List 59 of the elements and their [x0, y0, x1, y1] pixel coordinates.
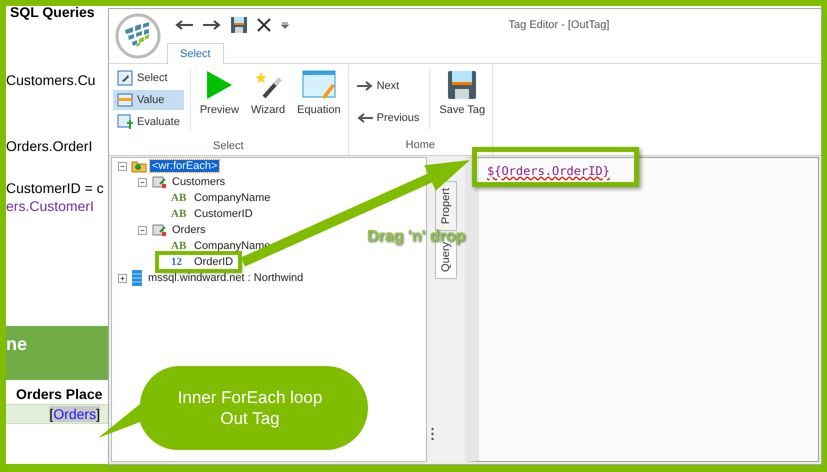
- expand-toggle-icon[interactable]: [118, 274, 127, 282]
- group-label: Select: [213, 139, 244, 154]
- table-value-icon: [117, 92, 133, 108]
- dropdown-caret-icon[interactable]: [281, 21, 289, 29]
- number-type-icon: 12: [171, 256, 189, 268]
- window-title: Tag Editor - [OutTag]: [508, 19, 610, 31]
- table-icon: [151, 175, 167, 189]
- ribbon-button[interactable]: Preview: [196, 68, 242, 138]
- table-header: ne: [6, 326, 108, 380]
- tree-item[interactable]: <wr:forEach>: [150, 160, 220, 172]
- collapse-toggle-icon[interactable]: [138, 226, 147, 234]
- document-line: Orders.OrderI: [6, 138, 92, 154]
- table-add-icon: [117, 114, 133, 130]
- editor-text: ${Orders.OrderID}: [487, 164, 610, 178]
- column-header: Orders Place: [15, 385, 102, 404]
- tree-item[interactable]: CompanyName: [192, 240, 272, 252]
- tree-item[interactable]: Customers: [170, 176, 228, 188]
- ribbon-button[interactable]: Next: [352, 76, 424, 96]
- tree-item[interactable]: CompanyName: [192, 192, 272, 204]
- tree-item[interactable]: OrderID: [192, 256, 236, 268]
- ribbon-button[interactable]: Select: [113, 68, 184, 88]
- table-cell: [Orders]: [6, 404, 108, 424]
- save-icon: [447, 70, 478, 100]
- callout-text: Inner ForEach loop Out Tag: [176, 387, 324, 429]
- ribbon-button[interactable]: Previous: [352, 108, 424, 128]
- ribbon-button[interactable]: Equation: [294, 68, 344, 138]
- forward-arrow-icon[interactable]: [203, 20, 221, 30]
- text-type-icon: AB: [171, 208, 189, 220]
- text-type-icon: AB: [171, 240, 189, 252]
- right-arrow-icon: [356, 81, 373, 91]
- tree-item[interactable]: mssql.windward.net : Northwind: [146, 272, 306, 284]
- ribbon-button[interactable]: Value: [113, 90, 184, 110]
- ribbon-button[interactable]: Evaluate: [113, 112, 184, 132]
- app-logo[interactable]: [115, 13, 161, 59]
- database-icon: [131, 270, 143, 286]
- window-pencil-icon: [302, 70, 336, 100]
- group-label: Home: [406, 138, 436, 153]
- close-icon[interactable]: [257, 18, 271, 32]
- document-line: CustomerID = c: [6, 180, 104, 196]
- back-arrow-icon[interactable]: [175, 20, 193, 30]
- splitter-grip-icon[interactable]: [431, 427, 434, 441]
- left-arrow-icon: [356, 113, 373, 123]
- folder-icon: [131, 159, 147, 173]
- collapse-toggle-icon[interactable]: [118, 162, 127, 170]
- table-icon: [151, 223, 167, 237]
- save-icon[interactable]: [231, 17, 247, 33]
- ribbon-tab[interactable]: Select: [167, 43, 224, 64]
- play-icon: [205, 70, 234, 100]
- collapse-toggle-icon[interactable]: [138, 178, 147, 186]
- ribbon-button[interactable]: Wizard: [248, 68, 288, 138]
- section-heading: SQL Queries: [10, 4, 95, 20]
- text-type-icon: AB: [171, 192, 189, 204]
- table-select-icon: [117, 70, 133, 86]
- tree-item[interactable]: Orders: [170, 224, 208, 236]
- document-line: Customers.Cu: [6, 72, 96, 88]
- document-line: ers.CustomerI: [6, 198, 94, 214]
- magic-wand-icon: [253, 70, 284, 100]
- tree-item[interactable]: CustomerID: [192, 208, 255, 220]
- ribbon-button[interactable]: Save Tag: [436, 68, 488, 137]
